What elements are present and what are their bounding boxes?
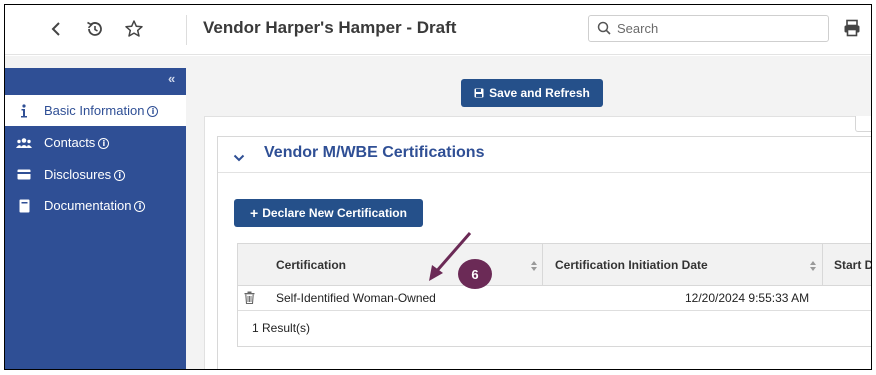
app-frame: Vendor Harper's Hamper - Draft « Basic I… (4, 4, 872, 370)
step-badge: 6 (458, 259, 492, 289)
annotation-arrow (429, 232, 472, 281)
